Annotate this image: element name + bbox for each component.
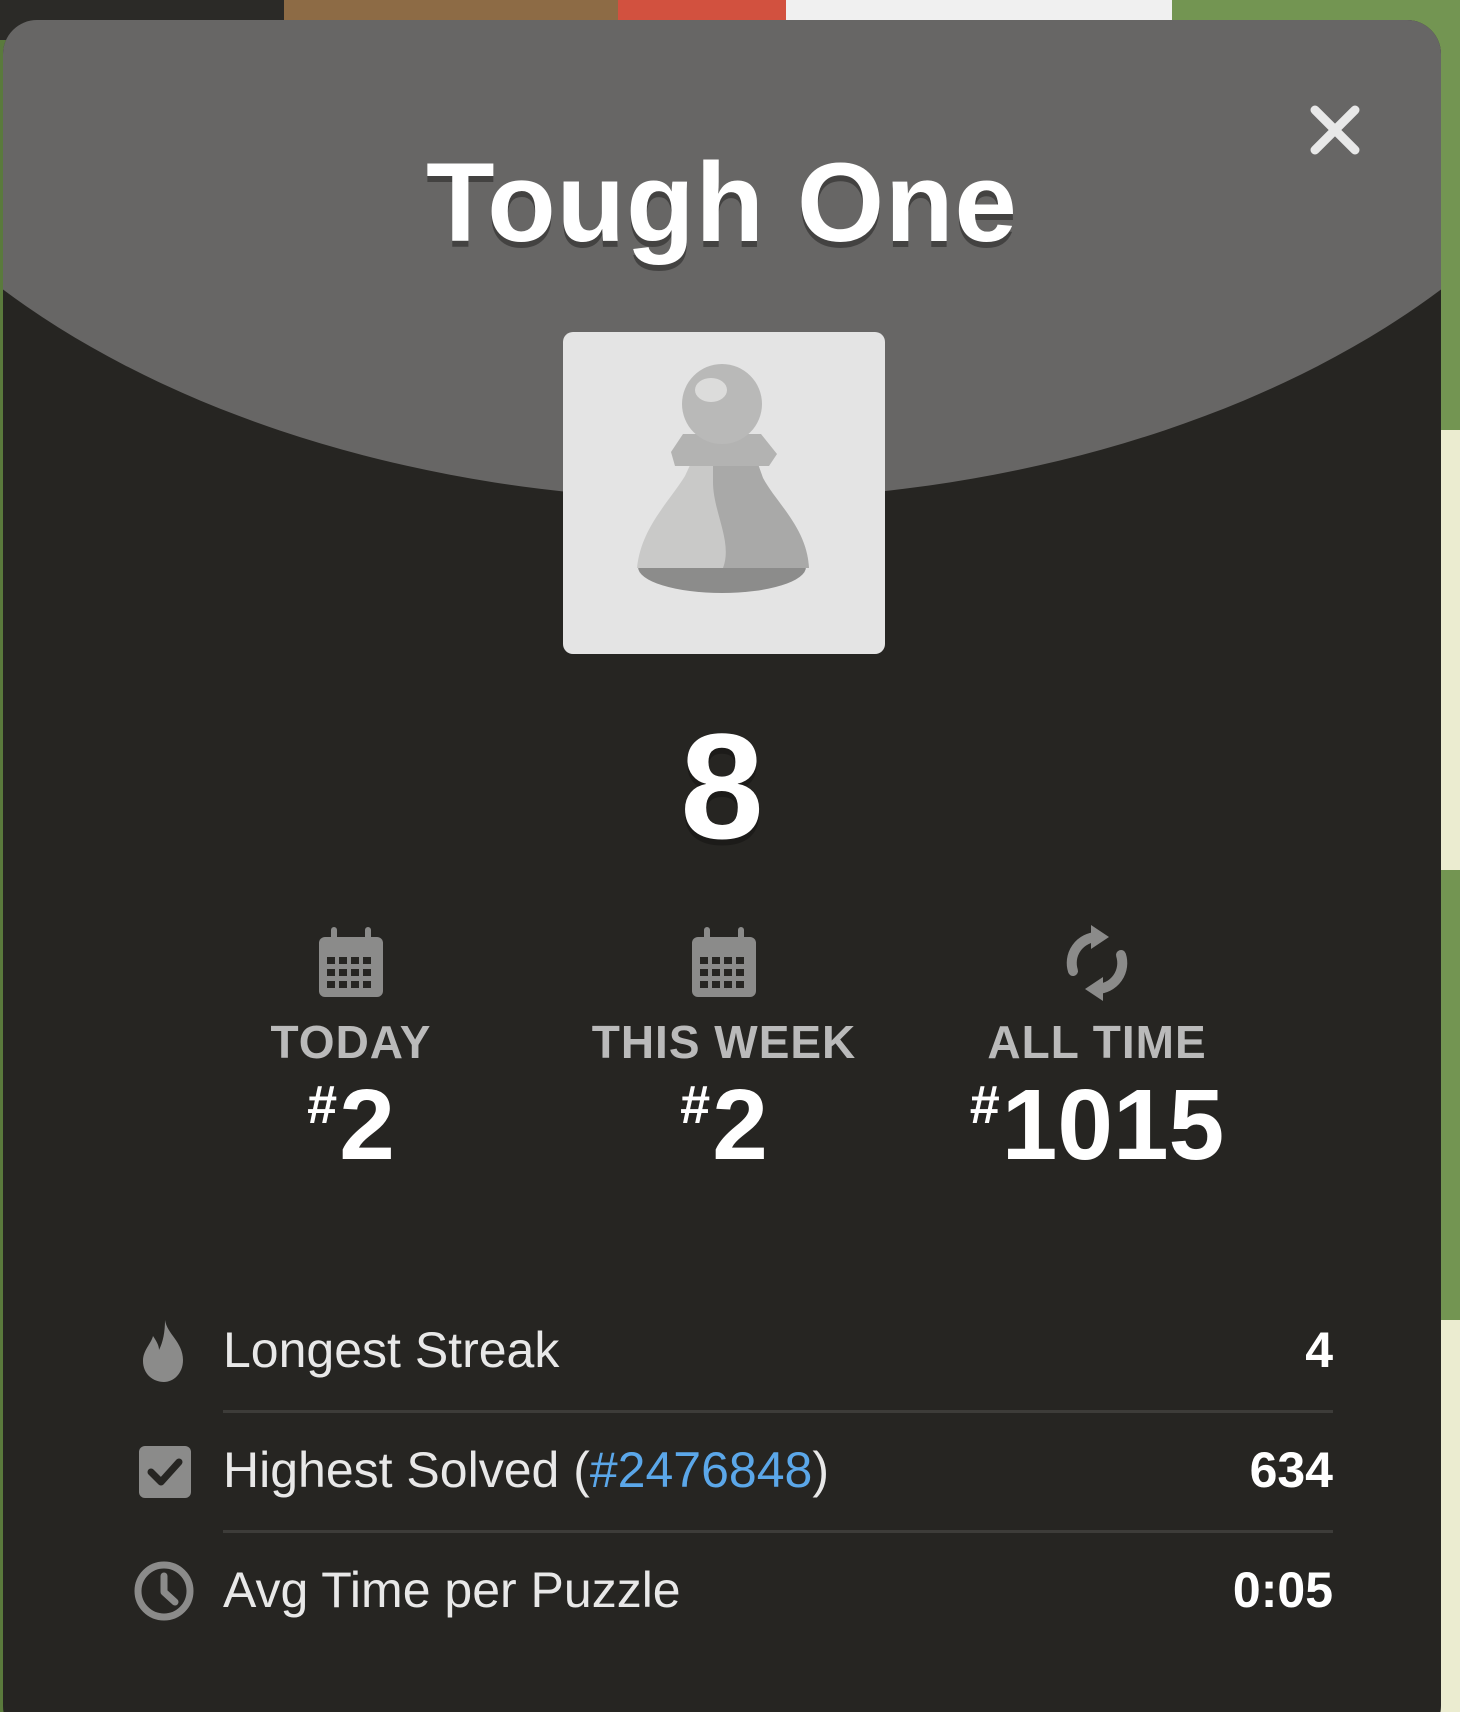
puzzle-score: 8 (680, 702, 764, 870)
checkbox-icon (139, 1446, 191, 1498)
stat-label: Avg Time per Puzzle (223, 1562, 681, 1618)
rank-value: #2 (171, 1075, 531, 1175)
clock-icon (134, 1561, 194, 1621)
stat-value: 634 (1249, 1442, 1333, 1498)
stat-row-highest-solved: Highest Solved (#2476848) 634 (133, 1410, 1333, 1533)
piece-tile (563, 332, 885, 654)
rank-number: 2 (712, 1069, 768, 1181)
stat-label: Longest Streak (223, 1322, 560, 1378)
rank-label: TODAY (270, 1016, 432, 1068)
rank-today: TODAY #2 (171, 925, 531, 1175)
rank-hash: # (680, 1075, 711, 1135)
pawn-icon (637, 364, 809, 593)
puzzle-link[interactable]: #2476848 (590, 1442, 812, 1498)
puzzle-result-modal: Tough One 8 TODAY #2 THIS WEEK #2 ALL TI… (3, 20, 1441, 1712)
calendar-icon (319, 927, 383, 997)
stat-row-avg-time: Avg Time per Puzzle 0:05 (133, 1530, 1333, 1650)
rank-hash: # (969, 1075, 1000, 1135)
rank-label: ALL TIME (987, 1016, 1207, 1068)
rank-hash: # (307, 1075, 338, 1135)
stat-value: 4 (1305, 1322, 1333, 1378)
rank-label: THIS WEEK (591, 1016, 857, 1068)
stat-label-prefix: Highest Solved ( (223, 1442, 590, 1498)
rank-this-week: THIS WEEK #2 (544, 925, 904, 1175)
stats-list: Longest Streak 4 Highest Solved (#247684… (133, 1290, 1333, 1650)
rank-value: #1015 (917, 1075, 1277, 1175)
rank-all-time: ALL TIME #1015 (917, 925, 1277, 1175)
rank-number: 1015 (1001, 1069, 1225, 1181)
stat-label-suffix: ) (812, 1442, 829, 1498)
rank-number: 2 (339, 1069, 395, 1181)
flame-icon (143, 1320, 183, 1382)
refresh-icon (1066, 925, 1128, 1001)
stat-row-longest-streak: Longest Streak 4 (133, 1290, 1333, 1413)
modal-title: Tough One (426, 140, 1018, 265)
stat-value: 0:05 (1232, 1562, 1333, 1618)
stat-label: Highest Solved (#2476848) (223, 1442, 829, 1498)
calendar-icon (692, 927, 756, 997)
rank-value: #2 (544, 1075, 904, 1175)
